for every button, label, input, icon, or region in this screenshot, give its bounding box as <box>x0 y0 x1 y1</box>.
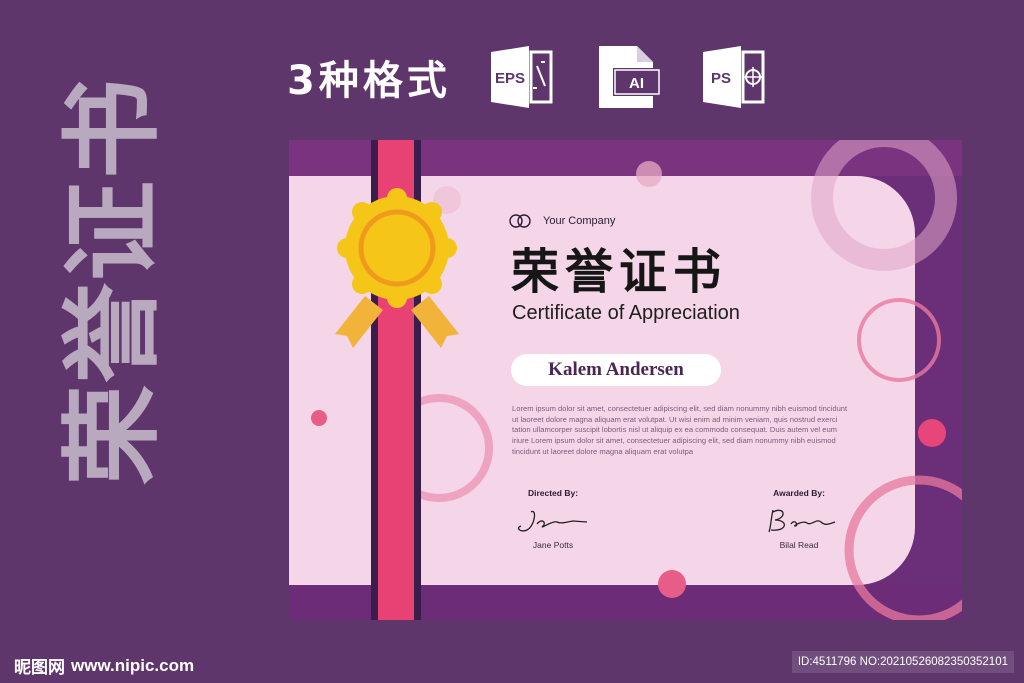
signature-mark <box>768 509 836 533</box>
signature-name: Bilal Read <box>779 540 819 550</box>
signature-label: Awarded By: <box>773 488 825 498</box>
company-logo-icon <box>509 214 531 228</box>
company-header: Your Company <box>509 214 615 228</box>
certificate-title-en: Certificate of Appreciation <box>512 302 740 324</box>
side-title-char: 荣 <box>54 385 171 485</box>
certificate-title-cn: 荣誉证书 <box>511 244 728 300</box>
certificate-body-text: Lorem ipsum dolor sit amet, consectetuer… <box>512 404 848 456</box>
formats-label: 3种格式 <box>287 58 451 104</box>
site-url: www.nipic.com <box>71 655 195 675</box>
eps-file-label: EPS <box>495 70 525 87</box>
award-seal-icon <box>335 188 459 348</box>
signature-name: Jane Potts <box>532 540 574 550</box>
company-name: Your Company <box>543 215 616 227</box>
signature-awarded: Awarded By: Bilal Read <box>739 488 859 550</box>
signature-directed: Directed By: Jane Potts <box>493 488 613 550</box>
formats-row: 3种格式 EPS AI PS <box>287 46 807 108</box>
side-title-char: 书 <box>54 79 171 179</box>
eps-file-icon: EPS <box>489 46 559 108</box>
ps-file-label: PS <box>711 70 731 87</box>
site-logo: 昵图网 www.nipic.com <box>14 653 195 679</box>
recipient-name: Kalem Andersen <box>511 354 721 386</box>
side-title-char: 誉 <box>54 283 171 383</box>
ai-file-icon: AI <box>595 46 665 108</box>
side-title-char: 证 <box>54 181 171 281</box>
certificate: Your Company 荣誉证书 Certificate of Appreci… <box>289 140 962 620</box>
signature-mark <box>517 510 588 532</box>
ps-file-icon: PS <box>701 46 771 108</box>
side-title: 书 证 誉 荣 <box>54 78 171 486</box>
signature-label: Directed By: <box>527 488 579 498</box>
site-logo-cn: 昵图网 <box>14 658 65 678</box>
ai-file-label: AI <box>629 75 644 92</box>
image-id-badge: ID:4511796 NO:20210526082350352101 <box>791 651 1014 673</box>
